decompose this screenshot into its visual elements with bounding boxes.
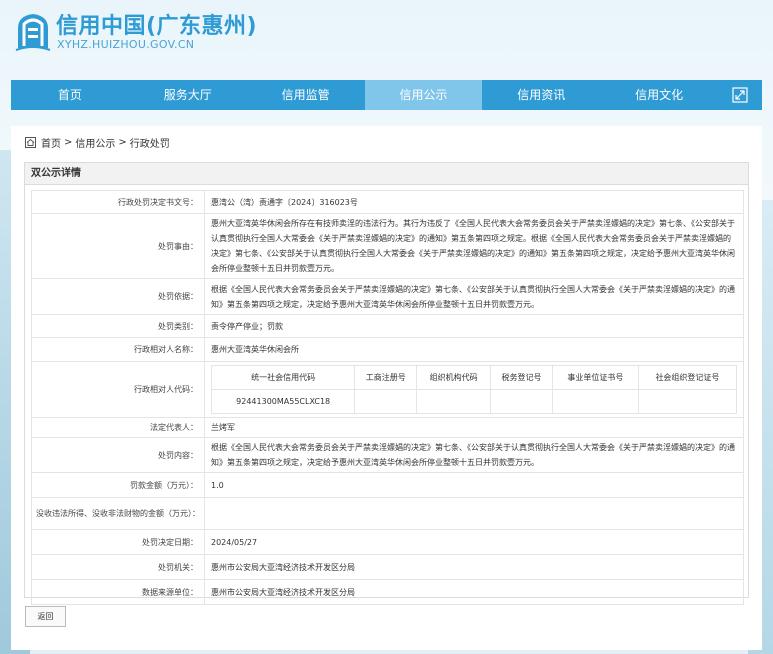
code-header: 税务登记号	[490, 365, 553, 390]
content-value: 根据《全国人民代表大会常务委员会关于严禁卖淫嫖娼的决定》第七条、《公安部关于认真…	[204, 437, 744, 473]
party-name-value: 惠州大亚湾英华休闲会所	[204, 337, 744, 362]
nav-item-credit-news[interactable]: 信用资讯	[482, 80, 600, 110]
code-value	[354, 389, 418, 414]
facts-value: 惠州大亚湾英华休闲会所存在有技师卖淫的违法行为。其行为违反了《全国人民代表大会常…	[204, 213, 744, 279]
source-value: 惠州市公安局大亚湾经济技术开发区分局	[204, 579, 744, 605]
code-value: 92441300MA55CLXC18	[210, 389, 356, 414]
site-title: 信用中国(广东惠州)	[56, 14, 258, 39]
code-header: 统一社会信用代码	[210, 365, 356, 390]
breadcrumb-home[interactable]: 首页	[41, 135, 61, 150]
category-value: 责令停产停业；罚款	[204, 314, 744, 338]
authority-label: 处罚机关：	[31, 554, 205, 580]
party-name-label: 行政相对人名称：	[31, 337, 205, 362]
site-logo-icon	[15, 14, 51, 51]
basis-label: 处罚依据：	[31, 278, 205, 315]
authority-value: 惠州市公安局大亚湾经济技术开发区分局	[204, 554, 744, 580]
nav-item-service-hall[interactable]: 服务大厅	[129, 80, 247, 110]
breadcrumb-admin-penalty: 行政处罚	[129, 139, 170, 150]
category-label: 处罚类别：	[31, 314, 205, 338]
table-row: 法定代表人： 兰烤军	[31, 417, 744, 438]
back-button[interactable]: 返回	[25, 606, 66, 627]
breadcrumb-credit-publicity[interactable]: 信用公示	[75, 135, 115, 150]
detail-table: 行政处罚决定书文号： 惠湾公（湾）责通字〔2024〕316023号 处罚事由： …	[31, 190, 744, 605]
nav-item-credit-culture[interactable]: 信用文化	[600, 80, 718, 110]
table-row: 处罚事由： 惠州大亚湾英华休闲会所存在有技师卖淫的违法行为。其行为违反了《全国人…	[31, 213, 744, 279]
party-code-cell: 统一社会信用代码 工商注册号 组织机构代码 税务登记号 事业单位证书号 社会组织…	[204, 361, 744, 418]
legal-rep-label: 法定代表人：	[31, 417, 205, 438]
table-row: 数据来源单位： 惠州市公安局大亚湾经济技术开发区分局	[31, 579, 744, 605]
confiscated-label: 没收违法所得、没收非法财物的金额（万元）：	[31, 497, 205, 530]
home-icon	[25, 137, 36, 148]
panel-title: 双公示详情	[25, 163, 748, 185]
fine-value: 1.0	[204, 472, 744, 498]
party-code-table: 统一社会信用代码 工商注册号 组织机构代码 税务登记号 事业单位证书号 社会组织…	[210, 365, 738, 414]
code-value	[490, 389, 553, 414]
table-row: 处罚类别： 责令停产停业；罚款	[31, 314, 744, 338]
code-header: 工商注册号	[354, 365, 418, 390]
nav-item-credit-publicity[interactable]: 信用公示	[364, 80, 483, 110]
fullscreen-icon	[732, 87, 748, 103]
table-row: 行政相对人代码： 统一社会信用代码 工商注册号 组织机构代码 税务登记号 事业单…	[31, 361, 744, 418]
main-nav: 首页 服务大厅 信用监管 信用公示 信用资讯 信用文化	[11, 80, 762, 110]
nav-item-credit-supervision[interactable]: 信用监管	[247, 80, 365, 110]
breadcrumb: 首页 > 信用公示 > 行政处罚	[25, 135, 173, 150]
content-label: 处罚内容：	[31, 437, 205, 473]
decision-date-label: 处罚决定日期：	[31, 529, 205, 555]
doc-no-value: 惠湾公（湾）责通字〔2024〕316023号	[204, 190, 744, 214]
doc-no-label: 行政处罚决定书文号：	[31, 190, 205, 214]
table-row: 没收违法所得、没收非法财物的金额（万元）：	[31, 497, 744, 530]
fullscreen-button[interactable]	[718, 80, 762, 110]
table-row: 处罚机关： 惠州市公安局大亚湾经济技术开发区分局	[31, 554, 744, 580]
main-content: 首页 > 信用公示 > 行政处罚 双公示详情 行政处罚决定书文号： 惠湾公（湾）…	[11, 126, 762, 650]
party-code-label: 行政相对人代码：	[31, 361, 205, 418]
basis-value: 根据《全国人民代表大会常务委员会关于严禁卖淫嫖娼的决定》第七条、《公安部关于认真…	[204, 278, 744, 315]
breadcrumb-separator: >	[64, 137, 73, 148]
code-header: 组织机构代码	[416, 365, 492, 390]
code-header: 社会组织登记证号	[637, 365, 738, 390]
decision-date-value: 2024/05/27	[204, 529, 744, 555]
code-value	[551, 389, 639, 414]
site-header: 信用中国(广东惠州) XYHZ.HUIZHOU.GOV.CN	[0, 0, 773, 78]
table-row: 处罚依据： 根据《全国人民代表大会常务委员会关于严禁卖淫嫖娼的决定》第七条、《公…	[31, 278, 744, 315]
facts-label: 处罚事由：	[31, 213, 205, 279]
code-header: 事业单位证书号	[551, 365, 639, 390]
code-value	[637, 389, 738, 414]
confiscated-value	[204, 497, 744, 530]
table-row: 行政相对人名称： 惠州大亚湾英华休闲会所	[31, 337, 744, 362]
breadcrumb-separator: >	[118, 137, 127, 148]
detail-panel: 双公示详情 行政处罚决定书文号： 惠湾公（湾）责通字〔2024〕316023号 …	[24, 162, 749, 605]
source-label: 数据来源单位：	[31, 579, 205, 605]
table-row: 处罚决定日期： 2024/05/27	[31, 529, 744, 555]
nav-item-home[interactable]: 首页	[11, 80, 129, 110]
site-url: XYHZ.HUIZHOU.GOV.CN	[57, 38, 195, 51]
code-value	[416, 389, 492, 414]
fine-label: 罚款金额（万元）：	[31, 472, 205, 498]
table-row: 罚款金额（万元）： 1.0	[31, 472, 744, 498]
legal-rep-value: 兰烤军	[204, 417, 744, 438]
table-row: 处罚内容： 根据《全国人民代表大会常务委员会关于严禁卖淫嫖娼的决定》第七条、《公…	[31, 437, 744, 473]
table-row: 行政处罚决定书文号： 惠湾公（湾）责通字〔2024〕316023号	[31, 190, 744, 214]
